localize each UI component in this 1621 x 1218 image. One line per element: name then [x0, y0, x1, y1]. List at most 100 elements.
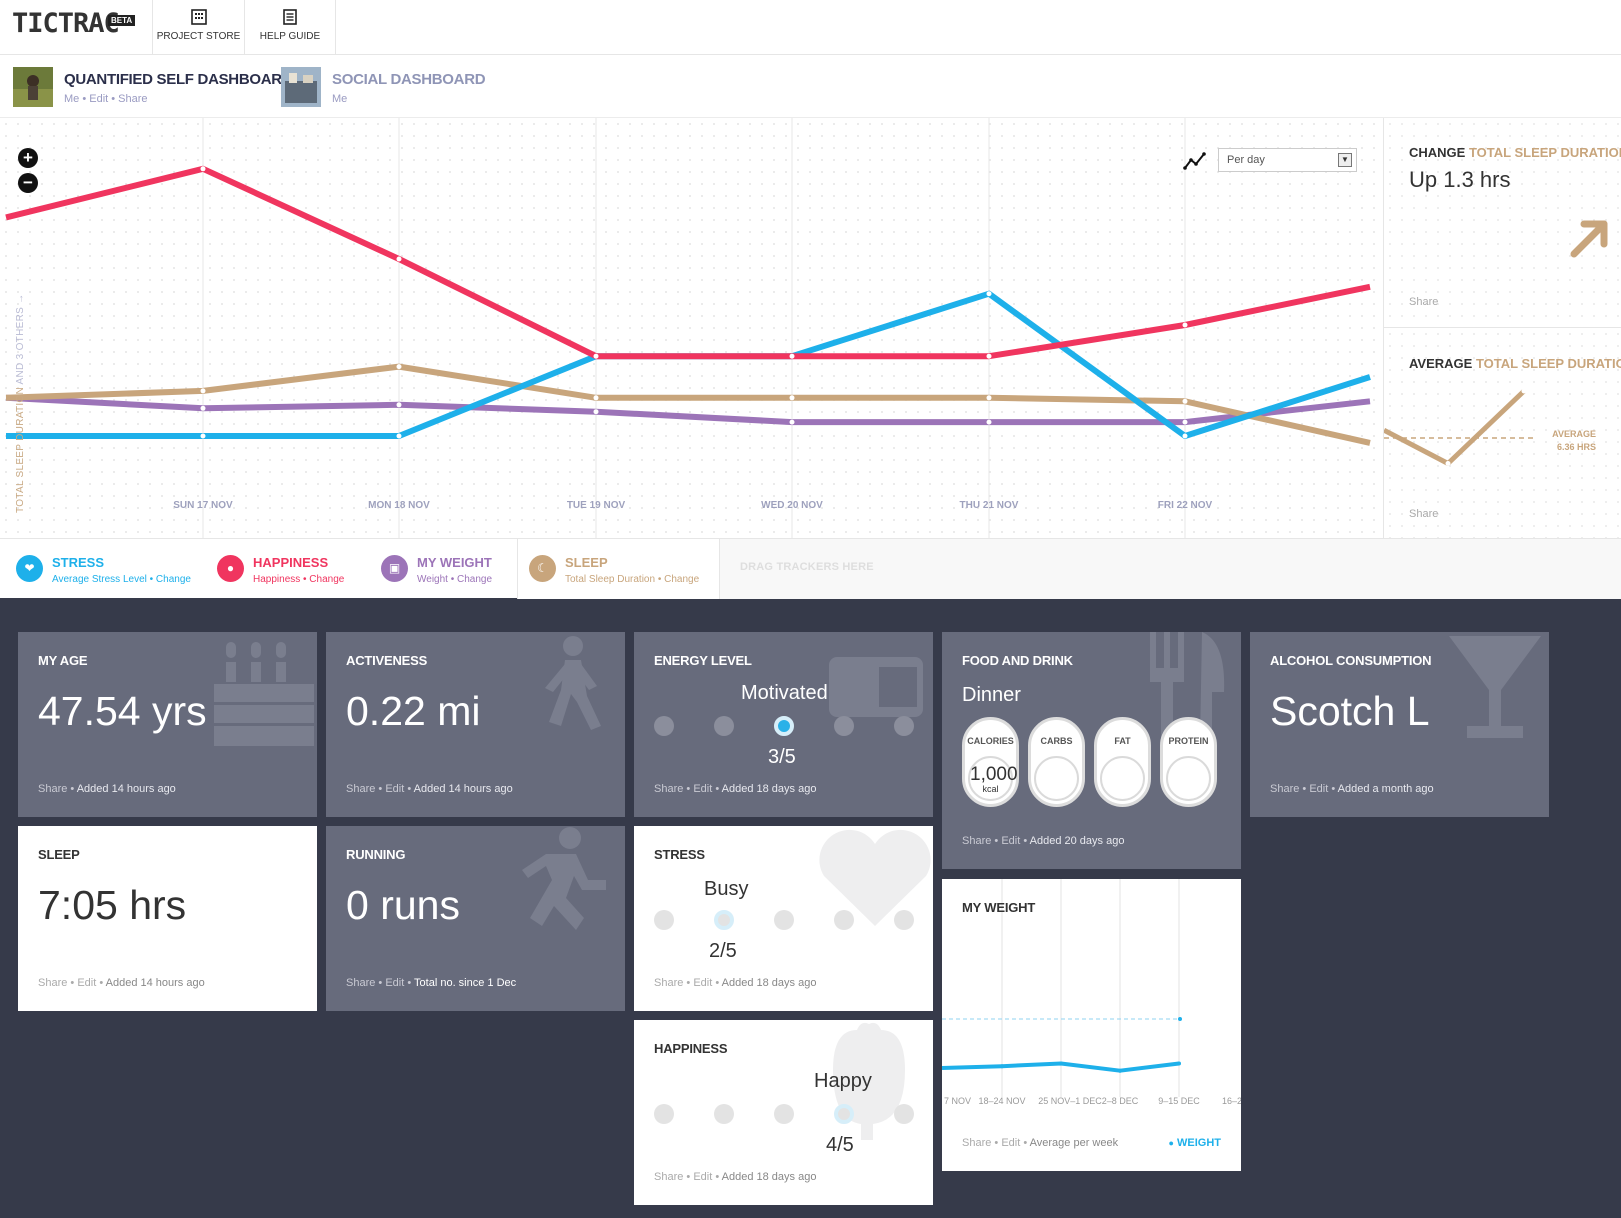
card-alcohol-consumption[interactable]: ALCOHOL CONSUMPTION Scotch L Share • Edi…: [1250, 632, 1549, 817]
rating-dot[interactable]: [714, 716, 734, 736]
help-guide-label: HELP GUIDE: [259, 31, 321, 42]
document-icon: [283, 9, 297, 25]
line-chart: SUN 17 NOV MON 18 NOV TUE 19 NOV WED 20 NOV…: [5, 118, 1371, 538]
card-actions[interactable]: Share • Edit •: [962, 835, 1027, 847]
card-timestamp: Average per week: [1029, 1137, 1119, 1149]
card-title: MY AGE: [38, 653, 88, 668]
card-actions[interactable]: Share • Edit •: [654, 977, 719, 989]
card-actions[interactable]: Share • Edit •: [1270, 783, 1335, 795]
cocktail-glass-icon: [1449, 636, 1541, 738]
card-running[interactable]: RUNNING 0 runs Share • Edit • Total no. …: [326, 826, 625, 1011]
nutrient-protein[interactable]: PROTEIN: [1160, 717, 1217, 807]
rating-score: 3/5: [768, 746, 796, 768]
rating-dot[interactable]: [774, 910, 794, 930]
x-tick-label: FRI 22 NOV: [1158, 500, 1213, 511]
card-title: SLEEP: [38, 847, 80, 862]
y-axis-others[interactable]: AND 3 OTHERS: [15, 307, 26, 385]
nutrient-carbs[interactable]: CARBS: [1028, 717, 1085, 807]
rating-scale[interactable]: [654, 716, 914, 736]
tictrac-logo[interactable]: TICTRAC: [12, 8, 120, 39]
resolution-select[interactable]: Per day ▼: [1218, 148, 1357, 172]
card-food-and-drink[interactable]: FOOD AND DRINK Dinner CALORIES 1,000 kcal…: [942, 632, 1241, 869]
card-footer: Share • Edit • Added 18 days ago: [654, 783, 816, 795]
tracker-subtitle[interactable]: Happiness • Change: [253, 574, 344, 585]
rating-dot-selected[interactable]: [834, 1104, 854, 1124]
card-footer: Share • Edit • Added 14 hours ago: [346, 783, 513, 795]
nutrient-value-circle: [1166, 756, 1211, 801]
share-link[interactable]: Share: [1409, 508, 1438, 520]
data-point: [1182, 322, 1188, 328]
data-point: [200, 433, 206, 439]
x-tick-label: 18–24 NOV: [978, 1096, 1025, 1106]
rating-dot[interactable]: [654, 910, 674, 930]
zoom-in-button[interactable]: +: [18, 148, 38, 168]
card-title: ACTIVENESS: [346, 653, 428, 668]
card-my-age[interactable]: MY AGE 47.54 yrs Share • Added 14 hours …: [18, 632, 317, 817]
x-tick-label: TUE 19 NOV: [567, 500, 626, 511]
dashboard-switcher: QUANTIFIED SELF DASHBOARD Me • Edit • Sh…: [0, 55, 1621, 118]
card-actions[interactable]: Share • Edit •: [346, 977, 411, 989]
data-point: [789, 395, 795, 401]
project-store-button[interactable]: PROJECT STORE: [152, 0, 244, 55]
card-activeness[interactable]: ACTIVENESS 0.22 mi Share • Edit • Added …: [326, 632, 625, 817]
line-chart-icon[interactable]: [1183, 151, 1207, 171]
nutrient-fat[interactable]: FAT: [1094, 717, 1151, 807]
tracker-subtitle[interactable]: Average Stress Level • Change: [52, 574, 191, 585]
card-actions[interactable]: Share • Edit •: [346, 783, 411, 795]
rating-dot-selected[interactable]: [714, 910, 734, 930]
chart-legend: ● WEIGHT: [1169, 1137, 1222, 1149]
help-guide-button[interactable]: HELP GUIDE: [244, 0, 336, 55]
rating-dot[interactable]: [834, 910, 854, 930]
tracker-name: SLEEP: [565, 555, 608, 570]
cake-icon: [214, 642, 314, 746]
x-tick-label: SUN 17 NOV: [173, 500, 233, 511]
main-chart[interactable]: SUN 17 NOV MON 18 NOV TUE 19 NOV WED 20 NOV…: [0, 118, 1383, 538]
card-footer: Share • Edit • Added 20 days ago: [962, 835, 1124, 847]
rating-dot[interactable]: [894, 716, 914, 736]
nutrient-label: CARBS: [1040, 736, 1073, 746]
meal-name: Dinner: [962, 684, 1021, 706]
rating-dot[interactable]: [894, 910, 914, 930]
card-actions[interactable]: Share •: [38, 783, 74, 795]
moon-icon: ☾: [529, 555, 556, 582]
card-actions[interactable]: Share • Edit •: [654, 1171, 719, 1183]
card-sleep[interactable]: SLEEP 7:05 hrs Share • Edit • Added 14 h…: [18, 826, 317, 1011]
data-point: [1118, 1068, 1122, 1073]
tracker-subtitle[interactable]: Weight • Change: [417, 574, 492, 585]
dashboard-meta[interactable]: Me • Edit • Share: [64, 93, 148, 105]
rating-scale[interactable]: [654, 1104, 914, 1124]
nutrient-calories[interactable]: CALORIES 1,000 kcal: [962, 717, 1019, 807]
rating-dot[interactable]: [654, 716, 674, 736]
card-actions[interactable]: Share • Edit •: [38, 977, 103, 989]
card-stress[interactable]: STRESS Busy 2/5 Share • Edit • Added 18 …: [634, 826, 933, 1011]
rating-dot[interactable]: [714, 1104, 734, 1124]
rating-scale[interactable]: [654, 910, 914, 930]
dashboard-thumbnail: [281, 67, 321, 107]
card-value: 0 runs: [346, 882, 460, 928]
tracker-drop-zone[interactable]: DRAG TRACKERS HERE: [720, 539, 1621, 599]
share-link[interactable]: Share: [1409, 296, 1438, 308]
rating-dot[interactable]: [654, 1104, 674, 1124]
card-actions[interactable]: Share • Edit •: [962, 1137, 1027, 1149]
card-happiness[interactable]: HAPPINESS Happy 4/5 Share • Edit • Added…: [634, 1020, 933, 1205]
card-energy-level[interactable]: ENERGY LEVEL Motivated 3/5 Share • Edit …: [634, 632, 933, 817]
average-marker-value: 6.36 HRS: [1556, 442, 1596, 452]
rating-dot[interactable]: [774, 1104, 794, 1124]
card-actions[interactable]: Share • Edit •: [654, 783, 719, 795]
card-footer: Share • Edit • Added 18 days ago: [654, 977, 816, 989]
beta-badge: BETA: [108, 15, 136, 26]
card-title: FOOD AND DRINK: [962, 653, 1073, 668]
series-line-sleep: [5, 363, 1371, 446]
rating-dot[interactable]: [894, 1104, 914, 1124]
data-point: [396, 364, 402, 370]
card-my-weight[interactable]: 7 NOV 18–24 NOV 25 NOV–1 DEC 2–8 DEC 9–15 DE…: [942, 879, 1241, 1171]
rating-dot[interactable]: [834, 716, 854, 736]
resolution-value: Per day: [1227, 154, 1265, 166]
project-store-label: PROJECT STORE: [156, 31, 241, 42]
rating-dot-selected[interactable]: [774, 716, 794, 736]
zoom-out-button[interactable]: −: [18, 173, 38, 193]
legend-dot-icon: ●: [1168, 1138, 1174, 1148]
battery-icon: [829, 657, 923, 717]
tracker-subtitle[interactable]: Total Sleep Duration • Change: [565, 574, 699, 585]
data-point: [200, 405, 206, 411]
